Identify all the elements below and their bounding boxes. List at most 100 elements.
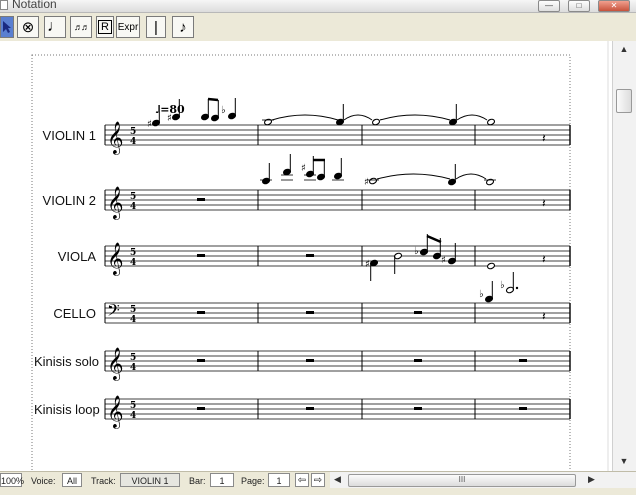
tie [455, 173, 487, 180]
staff-1[interactable]: 𝄞 54 [104, 121, 571, 155]
play-note-icon: ♪ [179, 18, 187, 36]
play-tool-button[interactable]: ♪ [172, 16, 194, 38]
quarter-rest-icon: 𝄽 [542, 252, 546, 266]
beam [207, 97, 219, 102]
close-button[interactable]: ✕ [598, 0, 630, 12]
whole-rest [414, 407, 422, 410]
track-field[interactable]: VIOLIN 1 [120, 473, 180, 487]
staff-4[interactable]: 𝄢 54 [104, 300, 571, 325]
quarter-rest-icon: 𝄽 [542, 196, 546, 210]
barline-icon: | [154, 18, 158, 36]
window-icon [0, 0, 8, 10]
note-tool-button[interactable]: ♩ [44, 16, 66, 38]
staff-2[interactable]: 𝄞 54 [104, 186, 571, 220]
staff-6[interactable]: 𝄞 54 [104, 395, 571, 429]
minimize-button[interactable]: — [538, 0, 560, 12]
staff-3[interactable]: 𝄞 54 [104, 242, 571, 276]
voice-field[interactable]: All [62, 473, 82, 487]
accidental-icon: ♯ [301, 163, 306, 174]
treble-clef-icon: 𝄞 [107, 186, 124, 220]
expression-icon: Expr [117, 21, 139, 33]
accidental-icon: ♯ [441, 255, 446, 266]
whole-rest [197, 359, 205, 362]
title-bar: Notation — □ ✕ [0, 0, 636, 13]
scroll-up-icon[interactable]: ▲ [617, 43, 631, 55]
maximize-button[interactable]: □ [568, 0, 590, 12]
note-head[interactable] [371, 118, 381, 126]
instrument-label: VIOLIN 2 [42, 193, 96, 208]
bar-field[interactable]: 1 [210, 473, 234, 487]
treble-clef-icon: 𝄞 [107, 347, 124, 381]
tie [456, 114, 488, 121]
time-signature-top: 5 [130, 401, 136, 411]
treble-clef-icon: 𝄞 [107, 121, 124, 155]
scroll-right-icon[interactable]: ▶ [588, 474, 595, 485]
beam [426, 234, 442, 244]
tie [271, 114, 339, 121]
horizontal-scroll-thumb[interactable]: III [348, 474, 576, 487]
accidental-icon: ♭ [414, 246, 419, 257]
time-signature-top: 5 [130, 127, 136, 137]
time-signature-top: 5 [130, 305, 136, 315]
instrument-label: VIOLA [57, 249, 96, 264]
instrument-label: Kinisis loop [34, 402, 100, 417]
staff-5[interactable]: 𝄞 54 [104, 347, 571, 381]
instrument-label: Kinisis solo [34, 354, 100, 369]
page-field[interactable]: 1 [268, 473, 290, 487]
treble-clef-icon: 𝄞 [107, 395, 124, 429]
note-head[interactable] [485, 178, 495, 186]
zoom-field[interactable]: 100% [0, 473, 24, 487]
note-head[interactable] [486, 118, 496, 126]
time-signature-bottom: 4 [130, 258, 136, 268]
scroll-left-icon[interactable]: ◀ [334, 474, 341, 485]
note-head[interactable] [368, 177, 378, 185]
quarter-rest-icon: 𝄽 [542, 309, 546, 323]
accidental-icon: ♭ [221, 105, 226, 116]
circle-x-icon: ⊗ [21, 19, 35, 36]
whole-rest [197, 254, 205, 257]
rest-tool-button[interactable]: R [96, 16, 114, 38]
expression-tool-button[interactable]: Expr [116, 16, 140, 38]
time-signature-bottom: 4 [130, 137, 136, 147]
beam-notes-icon: ♬♬ [74, 22, 90, 32]
next-page-icon[interactable]: ⇨ [311, 473, 325, 487]
status-bar: 100% Voice: All Track: VIOLIN 1 Bar: 1 P… [0, 471, 636, 495]
track-label: Track: [91, 476, 116, 486]
erase-tool-button[interactable]: ⊗ [17, 16, 39, 38]
vertical-scrollbar[interactable]: ▲ ▼ [612, 41, 636, 471]
quarter-rest-icon: 𝄽 [542, 131, 546, 145]
whole-rest [414, 359, 422, 362]
prev-page-icon[interactable]: ⇦ [295, 473, 309, 487]
note-head[interactable] [263, 118, 273, 126]
accidental-icon: ♯ [365, 259, 370, 270]
barline-tool-button[interactable]: | [146, 16, 166, 38]
whole-rest [306, 254, 314, 257]
arrow-pointer-icon [3, 21, 11, 33]
whole-rest [197, 407, 205, 410]
time-signature-bottom: 4 [130, 202, 136, 212]
horizontal-scrollbar[interactable]: ◀ III ▶ [330, 472, 636, 488]
tie [379, 114, 451, 121]
instrument-label: VIOLIN 1 [42, 128, 96, 143]
notation-toolbar: ⊗ ♩ ♬♬ R Expr | ♪ [0, 13, 636, 42]
note-head[interactable] [486, 262, 496, 270]
time-signature-bottom: 4 [130, 411, 136, 421]
accidental-icon: ♯ [364, 177, 369, 188]
whole-rest [414, 311, 422, 314]
dot [515, 286, 519, 290]
whole-rest [519, 407, 527, 410]
whole-rest [306, 311, 314, 314]
instrument-label: CELLO [53, 306, 96, 321]
scroll-down-icon[interactable]: ▼ [617, 455, 631, 467]
score-canvas[interactable]: 𝄞 5 4 𝄞 5 4 𝄞 5 4 𝄢 5 4 𝄞 5 4 𝄞 5 4 ♩=80 ♯ ♯ ♭ 𝄽 ♯ ♯ 𝄽 ♯ ♭ ♯ 𝄽 ♭ ♭ 𝄽 VIO… [0, 41, 612, 471]
bar-label: Bar: [189, 476, 206, 486]
window-title: Notation [12, 0, 57, 11]
beam-tool-button[interactable]: ♬♬ [70, 16, 92, 38]
time-signature-top: 5 [130, 248, 136, 258]
vertical-scroll-thumb[interactable] [616, 89, 632, 113]
accidental-icon: ♯ [147, 119, 152, 130]
accidental-icon: ♭ [479, 289, 484, 300]
whole-rest [519, 359, 527, 362]
voice-label: Voice: [31, 476, 56, 486]
select-tool-button[interactable] [0, 16, 14, 38]
